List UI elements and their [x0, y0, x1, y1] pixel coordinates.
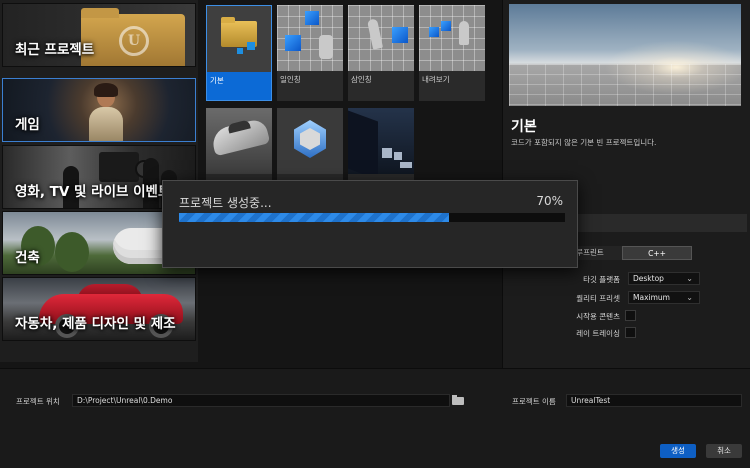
project-location-input[interactable]: [72, 394, 450, 407]
vehicle-icon: [206, 108, 272, 174]
project-creation-progress-dialog: 프로젝트 생성중... 70%: [162, 180, 578, 268]
bottom-bar: [0, 368, 750, 468]
template-title: 기본: [511, 119, 537, 135]
category-recent-projects[interactable]: U 최근 프로젝트: [2, 3, 196, 67]
template-label: 기본: [210, 76, 224, 85]
cpp-toggle[interactable]: C++: [622, 246, 692, 260]
chevron-down-icon: ⌄: [686, 274, 693, 283]
quality-preset-dropdown[interactable]: Maximum ⌄: [628, 291, 700, 304]
chevron-down-icon: ⌄: [686, 293, 693, 302]
raytracing-label: 레이 트레이싱: [576, 329, 620, 338]
camera-icon: [99, 152, 153, 182]
handheld-ar-icon: [277, 108, 343, 174]
category-label: 영화, TV 및 라이브 이벤트: [15, 184, 171, 200]
target-platform-label: 타깃 플랫폼: [583, 275, 620, 284]
template-label: 삼인칭: [351, 75, 372, 84]
folder-icon: [452, 395, 464, 405]
cancel-button[interactable]: 취소: [706, 444, 742, 458]
create-button[interactable]: 생성: [660, 444, 696, 458]
category-label: 자동차, 제품 디자인 및 제조: [15, 316, 176, 332]
quality-preset-label: 퀄리티 프리셋: [576, 294, 620, 303]
top-down-icon: [419, 5, 485, 71]
template-label: 일인칭: [280, 75, 301, 84]
progress-title: 프로젝트 생성중...: [179, 196, 272, 210]
template-third-person[interactable]: 삼인칭: [348, 5, 414, 101]
blank-folder-icon: [207, 6, 271, 72]
quality-preset-value: Maximum: [633, 293, 670, 302]
target-platform-dropdown[interactable]: Desktop ⌄: [628, 272, 700, 285]
unreal-logo-icon: U: [119, 26, 149, 56]
browse-folder-button[interactable]: [452, 395, 464, 405]
template-first-person[interactable]: 일인칭: [277, 5, 343, 101]
third-person-icon: [348, 5, 414, 71]
category-automotive[interactable]: 자동차, 제품 디자인 및 제조: [2, 277, 196, 341]
progress-percent: 70%: [536, 194, 563, 208]
starter-content-label: 시작용 콘텐츠: [576, 312, 620, 321]
template-blank[interactable]: 기본: [206, 5, 272, 101]
project-name-input[interactable]: [566, 394, 742, 407]
category-label: 최근 프로젝트: [15, 42, 95, 58]
raytracing-checkbox[interactable]: [625, 327, 636, 338]
progress-bar-fill: [179, 213, 450, 222]
first-person-icon: [277, 5, 343, 71]
template-preview-image: [509, 4, 741, 106]
target-platform-value: Desktop: [633, 274, 664, 283]
progress-bar: [179, 213, 565, 222]
starter-content-checkbox[interactable]: [625, 310, 636, 321]
category-label: 건축: [15, 250, 40, 266]
virtual-reality-icon: [348, 108, 414, 174]
template-description: 코드가 포함되지 않은 기본 빈 프로젝트입니다.: [511, 138, 657, 147]
template-top-down[interactable]: 내려보기: [419, 5, 485, 101]
project-name-label: 프로젝트 이름: [512, 397, 556, 406]
category-games[interactable]: 게임: [2, 78, 196, 142]
project-location-label: 프로젝트 위치: [16, 397, 60, 406]
template-label: 내려보기: [422, 75, 450, 84]
character-figure: [85, 83, 127, 141]
category-label: 게임: [15, 117, 40, 133]
